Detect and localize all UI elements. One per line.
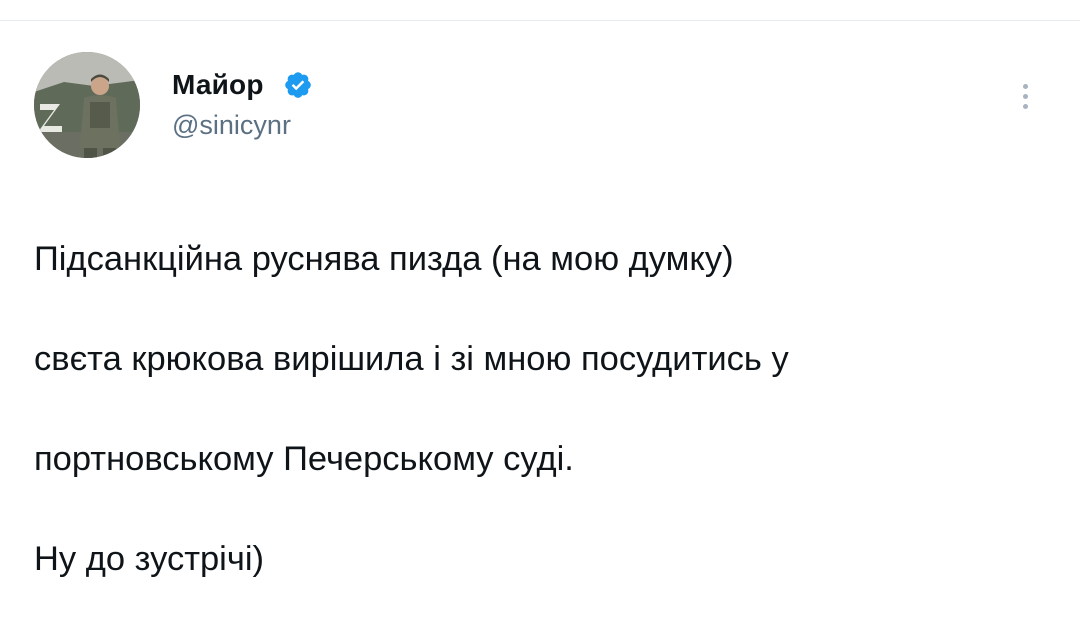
tweet-text-line: свєта крюкова вирішила і зі мною посудит… — [34, 340, 789, 378]
more-dot — [1022, 93, 1028, 99]
tweet-text-line: Підсанкційна руснява пизда (на мою думку… — [34, 240, 734, 278]
top-divider — [0, 20, 1080, 21]
author-handle[interactable]: @sinicynr — [172, 108, 291, 142]
author-display-name[interactable]: Майор — [172, 68, 264, 102]
more-dot — [1022, 103, 1028, 109]
tweet-text: Підсанкційна руснява пизда (на мою думку… — [34, 184, 1054, 634]
avatar[interactable] — [34, 52, 140, 158]
more-options-button[interactable] — [1010, 76, 1040, 116]
avatar-photo — [34, 52, 140, 158]
verified-badge-icon — [285, 72, 311, 98]
tweet-text-line: Ну до зустрічі) — [34, 540, 264, 578]
tweet-text-line: портновському Печерському суді. — [34, 440, 574, 478]
more-vertical-icon — [1022, 83, 1028, 89]
